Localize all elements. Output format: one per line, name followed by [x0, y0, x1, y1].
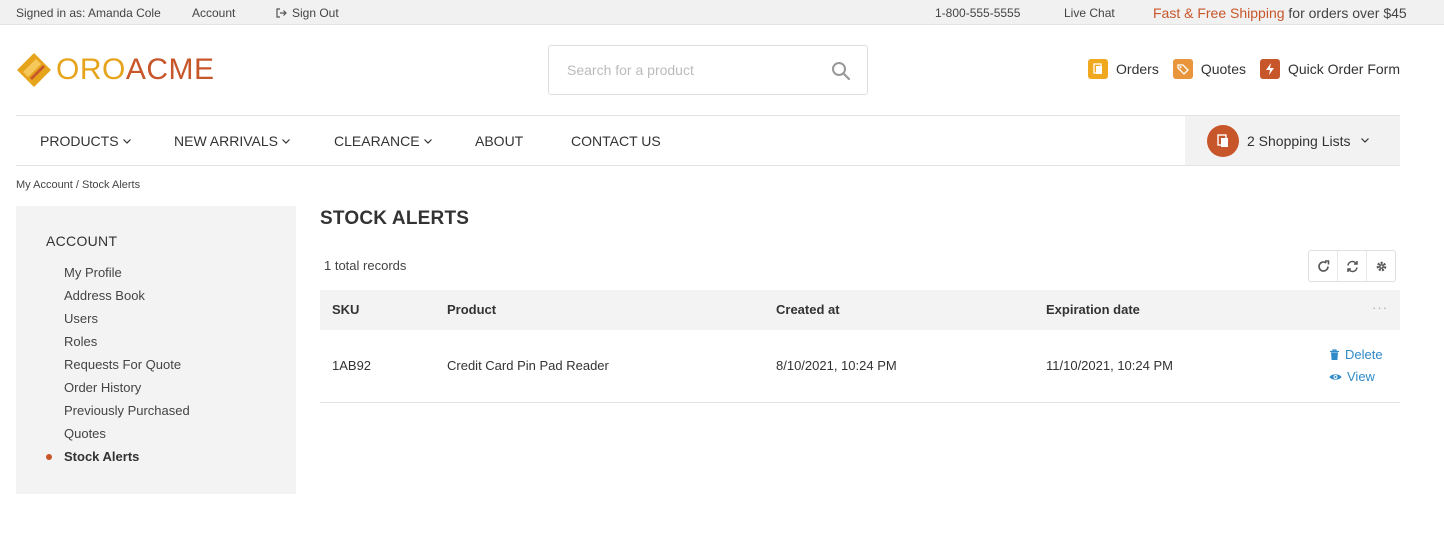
view-action[interactable]: View [1329, 369, 1375, 384]
nav-new-arrivals-label: NEW ARRIVALS [174, 133, 278, 149]
quotes-label: Quotes [1200, 61, 1246, 77]
shopping-list-icon [1207, 124, 1239, 157]
live-chat-link[interactable]: Live Chat [1064, 6, 1115, 20]
quotes-link[interactable]: Quotes [1172, 59, 1246, 79]
trash-icon [1330, 348, 1339, 360]
sign-out-link[interactable]: Sign Out [276, 6, 339, 20]
sign-out-label: Sign Out [292, 6, 339, 20]
reset-button[interactable] [1338, 251, 1367, 281]
shopping-lists-widget[interactable]: 2 Shopping Lists [1185, 116, 1400, 165]
nav-about[interactable]: ABOUT [475, 133, 523, 149]
nav-clearance-label: CLEARANCE [334, 133, 420, 149]
chevron-down-icon [282, 139, 290, 144]
page-title: STOCK ALERTS [320, 208, 470, 229]
sidebar-item-order-history[interactable]: Order History [64, 380, 190, 403]
sidebar-item-quotes[interactable]: Quotes [64, 426, 190, 449]
main-nav: PRODUCTS NEW ARRIVALS CLEARANCE ABOUT CO… [16, 115, 1400, 166]
column-product[interactable]: Product [447, 302, 496, 317]
delete-action[interactable]: Delete [1329, 347, 1383, 362]
shopping-lists-label: 2 Shopping Lists [1247, 132, 1351, 149]
grid-toolbar [1308, 250, 1396, 282]
orders-label: Orders [1116, 61, 1159, 77]
grid-settings-button[interactable] [1367, 251, 1395, 281]
sidebar-menu: My Profile Address Book Users Roles Requ… [46, 265, 190, 472]
search-input[interactable] [549, 46, 819, 94]
sign-out-icon [276, 8, 287, 18]
chevron-down-icon [423, 139, 432, 144]
eye-icon [1329, 373, 1342, 380]
logo-mark-icon [17, 53, 51, 87]
promo-accent: Fast & Free Shipping [1153, 5, 1285, 21]
table-row: 1AB92 Credit Card Pin Pad Reader 8/10/20… [320, 330, 1400, 403]
promo-rest: for orders over $45 [1284, 5, 1407, 21]
signed-in-text: Signed in as: Amanda Cole [16, 6, 161, 20]
column-expiration-date[interactable]: Expiration date [1046, 302, 1140, 317]
quick-order-icon [1259, 59, 1280, 79]
chevron-down-icon [122, 139, 131, 144]
cell-created-at: 8/10/2021, 10:24 PM [776, 358, 897, 373]
nav-clearance[interactable]: CLEARANCE [334, 133, 432, 149]
quick-order-label: Quick Order Form [1287, 61, 1400, 77]
sidebar-item-my-profile[interactable]: My Profile [64, 265, 190, 288]
sidebar-item-previously-purchased[interactable]: Previously Purchased [64, 403, 190, 426]
logo-oro: ORO [56, 53, 126, 86]
logo-acme: ACME [125, 53, 215, 86]
sidebar-item-address-book[interactable]: Address Book [64, 288, 190, 311]
column-actions-menu[interactable]: ··· [1372, 300, 1388, 315]
column-sku[interactable]: SKU [332, 302, 359, 317]
sidebar-item-users[interactable]: Users [64, 311, 190, 334]
refresh-button[interactable] [1309, 251, 1338, 281]
records-count: 1 total records [324, 258, 407, 273]
reset-icon [1346, 260, 1358, 272]
orders-icon [1088, 59, 1109, 79]
view-label: View [1347, 369, 1375, 384]
site-logo[interactable]: OROACME [16, 52, 215, 88]
sidebar-title: ACCOUNT [46, 233, 118, 249]
sidebar-item-roles[interactable]: Roles [64, 334, 190, 357]
nav-contact-us[interactable]: CONTACT US [571, 133, 661, 149]
refresh-icon [1317, 259, 1329, 272]
account-sidebar: ACCOUNT My Profile Address Book Users Ro… [16, 206, 296, 494]
header-links: Orders Quotes Quick Order Form [1074, 59, 1400, 79]
column-created-at[interactable]: Created at [776, 302, 840, 317]
account-link[interactable]: Account [192, 6, 235, 20]
top-bar: Signed in as: Amanda Cole Account Sign O… [0, 0, 1444, 25]
search-icon[interactable] [831, 61, 851, 81]
cell-product: Credit Card Pin Pad Reader [447, 358, 609, 373]
chevron-down-icon [1360, 138, 1369, 143]
quotes-icon [1172, 59, 1193, 79]
orders-link[interactable]: Orders [1088, 59, 1159, 79]
delete-label: Delete [1345, 347, 1383, 362]
nav-products-label: PRODUCTS [40, 133, 119, 149]
breadcrumb: My Account / Stock Alerts [16, 179, 141, 191]
cell-expiration-date: 11/10/2021, 10:24 PM [1046, 358, 1173, 373]
sidebar-item-requests-for-quote[interactable]: Requests For Quote [64, 357, 190, 380]
nav-new-arrivals[interactable]: NEW ARRIVALS [174, 133, 290, 149]
cell-sku: 1AB92 [332, 358, 372, 373]
settings-icon [1376, 261, 1386, 271]
phone-number: 1-800-555-5555 [935, 6, 1021, 20]
nav-products[interactable]: PRODUCTS [40, 133, 131, 149]
stock-alerts-grid: SKU Product Created at Expiration date ·… [320, 290, 1400, 403]
search-box [548, 45, 868, 95]
quick-order-link[interactable]: Quick Order Form [1259, 59, 1400, 79]
sidebar-item-stock-alerts[interactable]: Stock Alerts [46, 449, 190, 472]
logo-text: OROACME [56, 53, 215, 87]
shipping-promo: Fast & Free Shipping for orders over $45 [1153, 5, 1407, 21]
grid-header: SKU Product Created at Expiration date ·… [320, 290, 1400, 330]
